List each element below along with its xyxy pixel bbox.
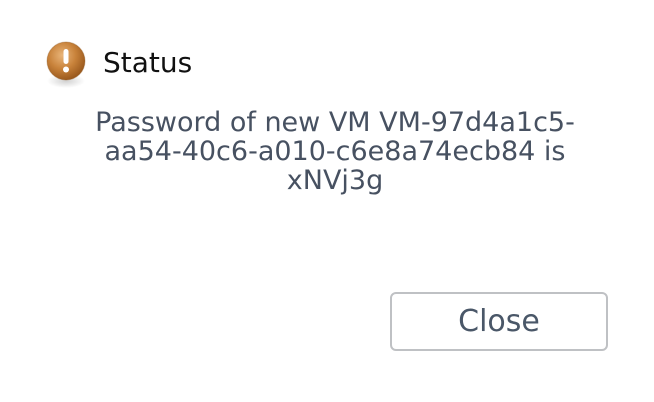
warning-icon <box>46 41 86 88</box>
dialog-title: Status <box>103 46 193 79</box>
dialog-header: Status <box>44 40 192 90</box>
dialog-message: Password of new VM VM-97d4a1c5-aa54-40c6… <box>95 107 575 196</box>
close-button[interactable]: Close <box>390 292 608 351</box>
status-dialog: Status Password of new VM VM-97d4a1c5-aa… <box>0 0 654 402</box>
